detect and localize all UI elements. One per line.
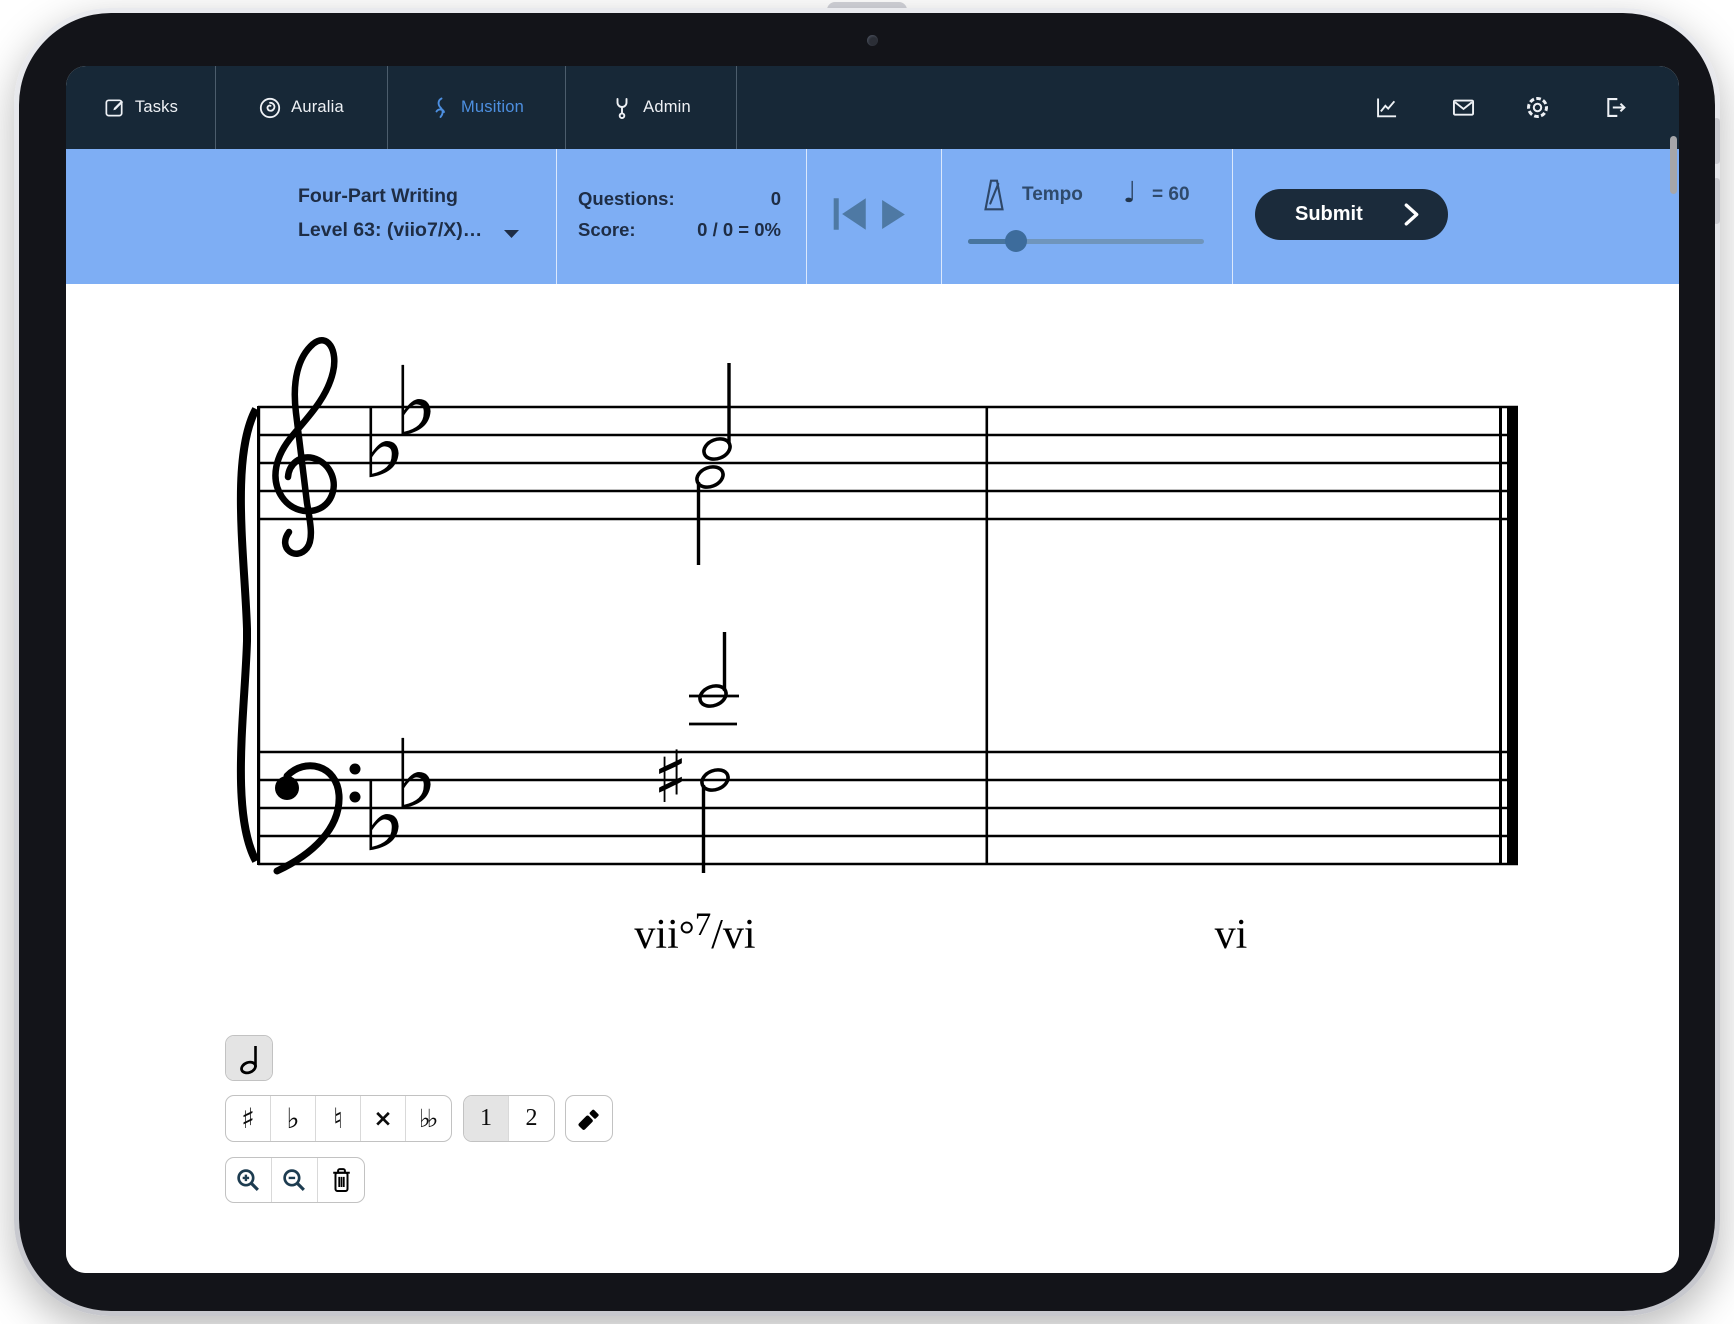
double-flat-button[interactable]: ♭♭ — [406, 1096, 451, 1141]
tempo-value: = 60 — [1152, 184, 1190, 205]
exercise-title: Four-Part Writing — [298, 185, 458, 207]
flat-button[interactable]: ♭ — [271, 1096, 316, 1141]
compose-icon — [105, 99, 124, 117]
tempo-slider[interactable] — [968, 230, 1204, 252]
level-selector[interactable]: Four-Part Writing Level 63: (viio7/X)… — [298, 179, 482, 247]
tab-musition[interactable]: Musition — [387, 66, 566, 149]
eraser-icon — [578, 1109, 599, 1130]
sharp-glyph: ♯ — [653, 735, 688, 819]
chevron-right-icon — [1404, 203, 1419, 226]
grand-staff-brace — [236, 407, 260, 863]
page: Tasks Auralia Musition Admin Four-Part W… — [0, 0, 1734, 1324]
trash-icon — [332, 1167, 350, 1192]
slider-thumb[interactable] — [1005, 230, 1027, 252]
submit-label: Submit — [1295, 203, 1363, 225]
system-barline — [257, 406, 261, 865]
score-canvas[interactable]: ♭ ♭ ♭ ♭ ♯ vii°7/vi vi — [205, 325, 1535, 965]
front-camera — [867, 35, 878, 46]
tempo-label: Tempo — [1022, 184, 1083, 205]
scrollbar[interactable] — [1670, 136, 1677, 194]
double-flat-glyph: ♭♭ — [418, 1104, 438, 1133]
tab-auralia[interactable]: Auralia — [215, 66, 388, 149]
flat-glyph: ♭ — [286, 1102, 300, 1135]
note-bass-fsharp3: ♯ — [653, 735, 730, 873]
score-label: Score: — [578, 219, 636, 240]
stats-block: Questions: 0 Score: 0 / 0 = 0% — [578, 183, 781, 245]
double-sharp-button[interactable]: × — [361, 1096, 406, 1141]
music-swirl-icon — [435, 97, 445, 118]
play-button[interactable] — [880, 199, 907, 235]
questions-label: Questions: — [578, 188, 675, 209]
zoom-out-icon — [283, 1168, 305, 1191]
tab-label: Auralia — [291, 98, 344, 116]
eraser-button[interactable] — [566, 1096, 612, 1141]
voice-2-label: 2 — [525, 1105, 538, 1131]
submit-button[interactable]: Submit — [1255, 189, 1448, 240]
final-barline-thin — [1499, 406, 1502, 865]
measure-barline — [985, 406, 989, 865]
natural-glyph: ♮ — [332, 1102, 343, 1135]
chevron-down-icon[interactable] — [503, 226, 520, 244]
note-soprano-c5 — [702, 363, 732, 461]
tablet-frame: Tasks Auralia Musition Admin Four-Part W… — [14, 8, 1720, 1316]
voice-group: 1 2 — [463, 1095, 555, 1142]
delete-button[interactable] — [318, 1158, 364, 1202]
key-signature: ♭ ♭ ♭ ♭ — [361, 346, 438, 873]
voice-1-button[interactable]: 1 — [464, 1096, 509, 1141]
messages-envelope-icon[interactable] — [1450, 94, 1477, 121]
voice-1-label: 1 — [480, 1105, 492, 1131]
divider — [806, 149, 807, 284]
treble-clef — [272, 337, 338, 557]
treble-staff — [258, 405, 1518, 521]
exercise-header: Four-Part Writing Level 63: (viio7/X)… Q… — [66, 149, 1679, 284]
quarter-note-icon: ♩ — [1123, 175, 1137, 209]
sharp-button[interactable]: ♯ — [226, 1096, 271, 1141]
tablet-bezel: Tasks Auralia Musition Admin Four-Part W… — [19, 13, 1715, 1311]
logout-icon[interactable] — [1601, 94, 1628, 121]
zoom-group — [225, 1157, 365, 1203]
tab-tasks[interactable]: Tasks — [66, 66, 216, 149]
half-note-button[interactable] — [226, 1036, 272, 1080]
divider — [941, 149, 942, 284]
bass-staff — [258, 750, 1518, 866]
stats-chart-icon[interactable] — [1373, 94, 1400, 121]
flat-glyph: ♭ — [393, 719, 438, 831]
half-note-icon — [240, 1046, 257, 1075]
divider — [1232, 149, 1233, 284]
zoom-in-icon — [237, 1168, 259, 1191]
eraser-group — [565, 1095, 613, 1142]
ear-spiral-icon — [260, 97, 281, 118]
zoom-in-button[interactable] — [226, 1158, 272, 1202]
settings-gear-icon[interactable] — [1524, 94, 1551, 121]
voice-2-button[interactable]: 2 — [509, 1096, 554, 1141]
metronome-icon — [980, 178, 1008, 217]
flat-glyph: ♭ — [393, 346, 438, 458]
top-navbar: Tasks Auralia Musition Admin — [66, 66, 1679, 149]
app-screen: Tasks Auralia Musition Admin Four-Part W… — [66, 66, 1679, 1273]
wrench-icon — [616, 97, 628, 119]
accidentals-group: ♯ ♭ ♮ × ♭♭ — [225, 1095, 452, 1142]
double-sharp-glyph: × — [373, 1105, 393, 1132]
note-alto-a4 — [695, 465, 725, 565]
duration-group — [225, 1035, 273, 1081]
score-value: 0 / 0 = 0% — [697, 219, 781, 240]
main-content: ♭ ♭ ♭ ♭ ♯ vii°7/vi vi ♯ ♭ ♮ × ♭♭ 1 2 — [66, 284, 1679, 1273]
level-label: Level 63: (viio7/X)… — [298, 219, 483, 241]
final-barline-thick — [1507, 406, 1518, 865]
tab-label: Admin — [643, 98, 691, 116]
tab-admin[interactable]: Admin — [565, 66, 737, 149]
note-tenor-e4 — [689, 632, 739, 726]
zoom-out-button[interactable] — [272, 1158, 318, 1202]
tab-label: Tasks — [134, 98, 179, 116]
divider — [556, 149, 557, 284]
chord-label-2: vi — [1215, 912, 1248, 958]
chord-label-1: vii°7/vi — [634, 907, 755, 958]
skip-to-start-button[interactable] — [832, 196, 868, 237]
tab-label: Musition — [460, 98, 525, 116]
questions-value: 0 — [770, 188, 781, 209]
sharp-glyph: ♯ — [241, 1102, 255, 1135]
natural-button[interactable]: ♮ — [316, 1096, 361, 1141]
